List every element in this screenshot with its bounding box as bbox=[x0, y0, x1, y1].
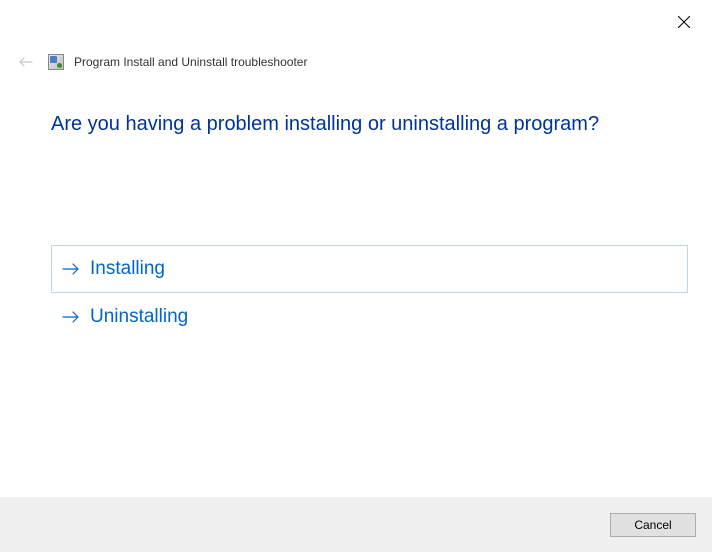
option-installing[interactable]: Installing bbox=[51, 245, 688, 293]
arrow-right-icon bbox=[62, 308, 80, 326]
question-heading: Are you having a problem installing or u… bbox=[51, 113, 599, 136]
back-button[interactable] bbox=[14, 50, 38, 74]
options-list: Installing Uninstalling bbox=[51, 245, 688, 341]
wizard-footer: Cancel bbox=[0, 497, 712, 552]
troubleshooter-icon bbox=[48, 54, 64, 70]
wizard-header: Program Install and Uninstall troublesho… bbox=[14, 50, 307, 74]
cancel-button[interactable]: Cancel bbox=[610, 513, 696, 537]
close-button[interactable] bbox=[672, 10, 696, 34]
wizard-title: Program Install and Uninstall troublesho… bbox=[74, 55, 307, 69]
close-icon bbox=[678, 16, 690, 28]
back-arrow-icon bbox=[18, 54, 34, 70]
option-uninstalling[interactable]: Uninstalling bbox=[51, 293, 688, 341]
arrow-right-icon bbox=[62, 260, 80, 278]
option-label: Uninstalling bbox=[90, 306, 188, 328]
option-label: Installing bbox=[90, 258, 165, 280]
